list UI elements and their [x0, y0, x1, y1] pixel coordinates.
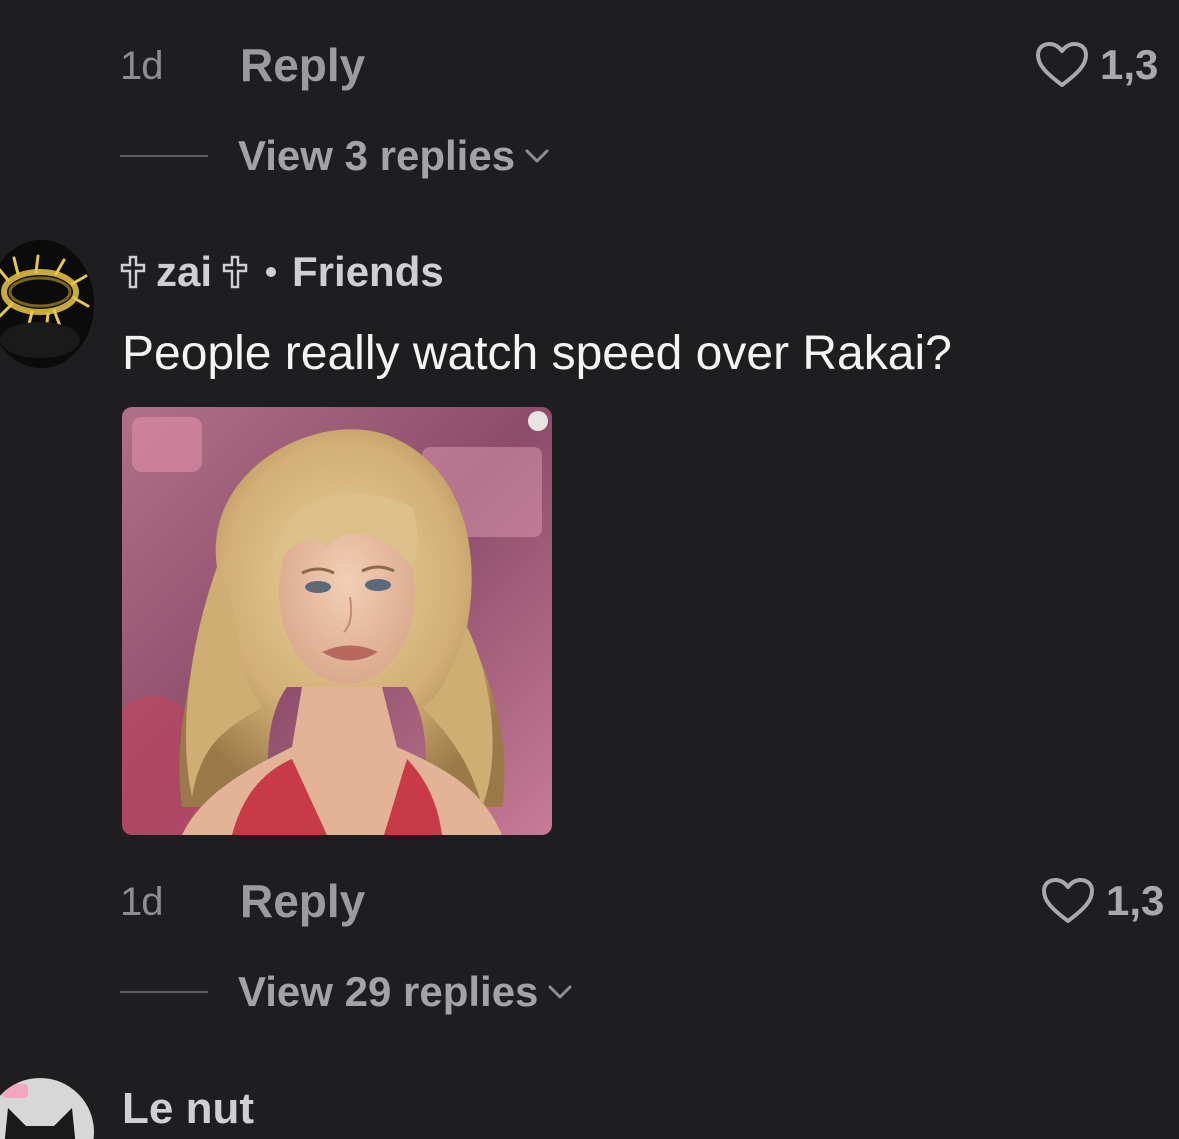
- thread-divider: [120, 155, 208, 157]
- thread-divider: [120, 991, 208, 993]
- crown-of-thorns-avatar-icon: [0, 240, 94, 368]
- woman-portrait-photo: [122, 407, 552, 835]
- comment-author-name: zai: [156, 248, 213, 295]
- comment-body: People really watch speed over Rakai?: [122, 327, 952, 380]
- comment-timestamp: 1d: [120, 44, 163, 88]
- reply-button[interactable]: Reply: [240, 38, 365, 92]
- avatar[interactable]: [0, 1078, 94, 1139]
- comment-meta-row: 1d Reply 1,3: [0, 872, 1179, 932]
- chevron-down-icon: [548, 985, 572, 999]
- comment-meta-row: 1d Reply 1,3: [0, 36, 1179, 96]
- separator-dot: [266, 267, 277, 277]
- comment-timestamp: 1d: [120, 880, 163, 924]
- comment-author-name[interactable]: Le nut: [122, 1084, 254, 1134]
- comments-screen: 1d Reply 1,3 View 3 replies zai Friends …: [0, 0, 1179, 1139]
- cross-icon: [222, 255, 248, 289]
- avatar[interactable]: [0, 240, 94, 368]
- view-replies-button[interactable]: View 29 replies: [120, 967, 574, 1017]
- reply-button[interactable]: Reply: [240, 874, 365, 928]
- chevron-down-icon: [525, 149, 549, 163]
- cartoon-avatar-icon: [0, 1078, 94, 1139]
- comment-author-row[interactable]: zai Friends: [120, 248, 444, 296]
- comment-attached-photo[interactable]: [122, 407, 552, 835]
- view-replies-button[interactable]: View 3 replies: [120, 131, 551, 181]
- heart-outline-icon: [1036, 42, 1088, 87]
- cross-icon: [120, 255, 146, 289]
- heart-outline-icon: [1042, 878, 1094, 923]
- view-replies-label: View 29 replies: [238, 968, 539, 1015]
- view-replies-label: View 3 replies: [238, 132, 516, 179]
- like-count: 1,3: [1100, 41, 1159, 88]
- relationship-badge: Friends: [292, 248, 444, 295]
- like-count: 1,3: [1106, 877, 1165, 924]
- like-button[interactable]: 1,3: [1034, 40, 1158, 90]
- like-button[interactable]: 1,3: [1040, 876, 1164, 926]
